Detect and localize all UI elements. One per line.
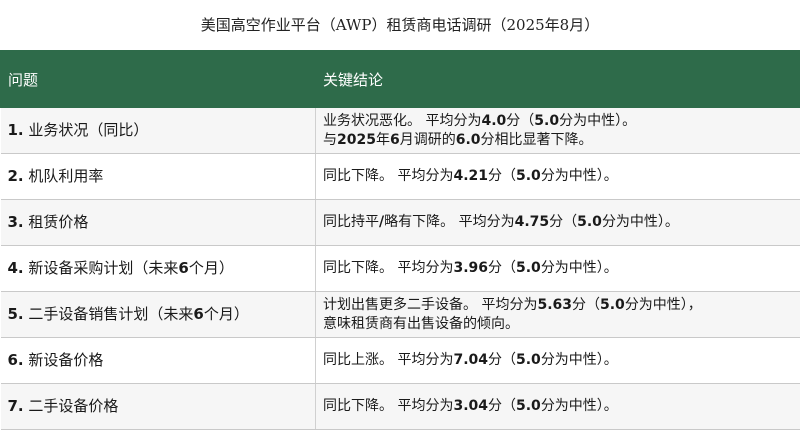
question-text-tail: 个月）	[203, 305, 249, 323]
conclusion-text: 分为中性）。	[540, 260, 618, 276]
score-value: 5.0	[516, 168, 541, 184]
conclusion-text: 分（	[488, 398, 516, 414]
table-row: 4. 新设备采购计划（未来6个月） 同比下降。 平均分为3.96分（5.0分为中性…	[0, 245, 800, 292]
score-value: 3.96	[453, 260, 488, 276]
score-value: 6.0	[455, 131, 481, 148]
question-cell: 6. 新设备价格	[0, 337, 316, 384]
score-value: 3.04	[453, 398, 488, 414]
score-value: 5.0	[600, 296, 625, 313]
conclusion-cell: 业务状况恶化。 平均分为4.0分（5.0分为中性）。 与2025年6月调研的6.0…	[315, 107, 800, 154]
score-value: 6	[389, 131, 400, 148]
question-number: 6.	[7, 351, 24, 369]
conclusion-cell: 同比持平/略有下降。 平均分为4.75分（5.0分为中性）。	[315, 199, 800, 246]
score-value: 5.0	[516, 398, 541, 414]
question-text: 二手设备销售计划（未来	[23, 305, 194, 323]
question-cell: 3. 租赁价格	[0, 199, 316, 246]
question-text: 租赁价格	[23, 213, 89, 231]
question-number-bold: 6	[193, 305, 204, 323]
conclusion-text: 分为中性）。	[540, 352, 618, 368]
conclusion-cell: 计划出售更多二手设备。 平均分为5.63分（5.0分为中性）， 意味租赁商有出售设…	[315, 291, 800, 338]
conclusion-line: 与2025年6月调研的6.0分相比显著下降。	[323, 131, 800, 150]
question-cell: 2. 机队利用率	[0, 153, 316, 200]
conclusion-text: 同比下降。 平均分为	[323, 260, 454, 276]
conclusion-text: 分相比显著下降。	[480, 131, 593, 148]
conclusion-text: 分（	[488, 260, 516, 276]
table-row: 3. 租赁价格 同比持平/略有下降。 平均分为4.75分（5.0分为中性）。	[0, 199, 800, 246]
conclusion-line: 计划出售更多二手设备。 平均分为5.63分（5.0分为中性），	[323, 296, 800, 315]
conclusion-text: 与	[323, 131, 337, 148]
conclusion-text: 同比下降。 平均分为	[323, 398, 454, 414]
conclusion-text: 同比持平	[323, 214, 379, 230]
question-number: 2.	[7, 167, 24, 185]
conclusion-text: 月调研的	[399, 131, 456, 148]
conclusion-text: 同比下降。 平均分为	[323, 168, 454, 184]
question-text: 新设备采购计划（未来	[23, 259, 179, 277]
score-value: 7.04	[453, 352, 488, 368]
conclusion-text: 分（	[549, 214, 578, 230]
header-question: 问题	[0, 50, 316, 108]
conclusion-text: 同比上涨。 平均分为	[323, 352, 454, 368]
page-title: 美国高空作业平台（AWP）租赁商电话调研（2025年8月）	[0, 0, 800, 50]
question-cell: 7. 二手设备价格	[0, 383, 316, 430]
question-text: 机队利用率	[23, 167, 104, 185]
question-cell: 1. 业务状况（同比）	[0, 107, 316, 154]
conclusion-text: 分（	[572, 296, 600, 313]
table-row: 5. 二手设备销售计划（未来6个月） 计划出售更多二手设备。 平均分为5.63分（…	[0, 291, 800, 338]
conclusion-cell: 同比下降。 平均分为4.21分（5.0分为中性）。	[315, 153, 800, 200]
score-value: 5.0	[516, 352, 541, 368]
question-text-tail: 个月）	[188, 259, 234, 277]
question-number: 5.	[7, 305, 24, 323]
conclusion-text: 分（	[506, 112, 535, 129]
conclusion-text: 分为中性）。	[540, 398, 618, 414]
question-number: 4.	[7, 259, 24, 277]
question-text: 业务状况（同比）	[23, 121, 149, 139]
question-number: 3.	[7, 213, 24, 231]
conclusion-text: 分为中性）。	[601, 214, 679, 230]
score-value: 4.0	[481, 112, 507, 129]
score-value: 4.21	[453, 168, 488, 184]
conclusion-cell: 同比上涨。 平均分为7.04分（5.0分为中性）。	[315, 337, 800, 384]
question-text: 二手设备价格	[23, 397, 119, 415]
conclusion-text: 分（	[488, 168, 516, 184]
score-value: 5.0	[534, 112, 560, 129]
conclusion-text: 计划出售更多二手设备。 平均分为	[323, 296, 538, 313]
score-value: 5.63	[537, 296, 572, 313]
question-text: 新设备价格	[23, 351, 104, 369]
conclusion-line: 同比上涨。 平均分为7.04分（5.0分为中性）。	[323, 351, 800, 370]
score-value: 5.0	[577, 214, 602, 230]
conclusion-cell: 同比下降。 平均分为3.96分（5.0分为中性）。	[315, 245, 800, 292]
table-row: 6. 新设备价格 同比上涨。 平均分为7.04分（5.0分为中性）。	[0, 337, 800, 384]
conclusion-text: 意味租赁商有出售设备的倾向。	[323, 315, 519, 332]
survey-table: 问题 关键结论 1. 业务状况（同比） 业务状况恶化。 平均分为4.0分（5.0分…	[0, 50, 800, 430]
score-value: 5.0	[516, 260, 541, 276]
conclusion-line: 同比下降。 平均分为3.04分（5.0分为中性）。	[323, 397, 800, 416]
score-value: 4.75	[514, 214, 550, 230]
conclusion-line: 同比下降。 平均分为3.96分（5.0分为中性）。	[323, 259, 800, 278]
conclusion-text: 分为中性），	[624, 296, 702, 313]
conclusion-text: 年	[375, 131, 390, 148]
question-number-bold: 6	[178, 259, 189, 277]
question-cell: 4. 新设备采购计划（未来6个月）	[0, 245, 316, 292]
conclusion-text: 分为中性）。	[559, 112, 637, 129]
conclusion-text: 业务状况恶化。 平均分为	[323, 112, 482, 129]
question-number: 7.	[7, 397, 24, 415]
conclusion-text: 略有下降。 平均分为	[384, 214, 515, 230]
question-number: 1.	[7, 121, 24, 139]
conclusion-text: 分为中性）。	[540, 168, 618, 184]
conclusion-line: 意味租赁商有出售设备的倾向。	[323, 315, 800, 334]
table-row: 1. 业务状况（同比） 业务状况恶化。 平均分为4.0分（5.0分为中性）。 与20…	[0, 107, 800, 154]
table-header-row: 问题 关键结论	[0, 50, 800, 108]
conclusion-line: 同比持平/略有下降。 平均分为4.75分（5.0分为中性）。	[323, 213, 800, 232]
conclusion-text: 分（	[488, 352, 516, 368]
conclusion-line: 业务状况恶化。 平均分为4.0分（5.0分为中性）。	[323, 112, 800, 131]
table-row: 7. 二手设备价格 同比下降。 平均分为3.04分（5.0分为中性）。	[0, 383, 800, 430]
conclusion-line: 同比下降。 平均分为4.21分（5.0分为中性）。	[323, 167, 800, 186]
score-value: 2025	[337, 131, 376, 148]
header-conclusion: 关键结论	[315, 50, 800, 108]
conclusion-cell: 同比下降。 平均分为3.04分（5.0分为中性）。	[315, 383, 800, 430]
question-cell: 5. 二手设备销售计划（未来6个月）	[0, 291, 316, 338]
table-row: 2. 机队利用率 同比下降。 平均分为4.21分（5.0分为中性）。	[0, 153, 800, 200]
